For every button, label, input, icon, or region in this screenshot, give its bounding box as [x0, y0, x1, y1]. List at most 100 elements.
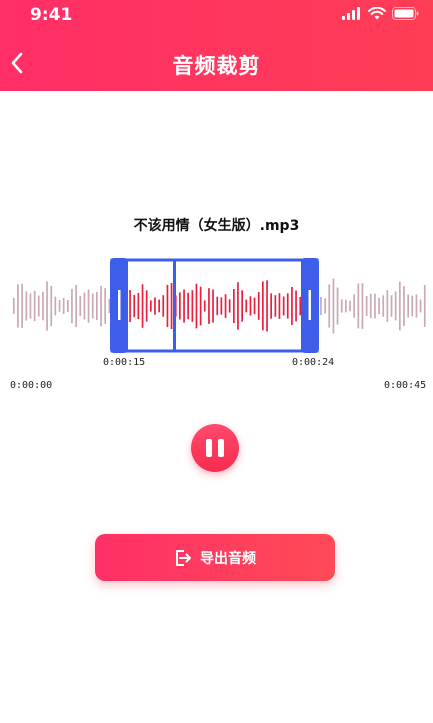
wave-bar: [320, 296, 322, 316]
wave-bar: [17, 284, 19, 328]
wave-bar-selected: [228, 299, 231, 313]
wave-bar: [332, 278, 335, 334]
pause-icon: [206, 439, 212, 457]
wave-bar-selected: [295, 290, 297, 322]
wave-bar: [62, 297, 65, 314]
wave-bar: [29, 293, 32, 319]
wave-bar-selected: [166, 284, 169, 328]
wave-bar-selected: [224, 294, 227, 318]
wave-bar: [369, 293, 372, 319]
track-filename: 不该用情（女生版）.mp3: [133, 218, 300, 234]
pause-button[interactable]: [191, 424, 239, 472]
wave-bar: [403, 286, 405, 326]
selection-bars: [129, 280, 302, 332]
wave-bar-selected: [233, 289, 235, 323]
wave-bar-selected: [179, 292, 181, 320]
wave-bar: [423, 285, 426, 327]
wave-bar: [83, 292, 86, 320]
wave-bar: [46, 281, 48, 331]
wave-bar-selected: [274, 295, 277, 317]
wave-bar: [345, 299, 347, 313]
wave-bar-selected: [286, 293, 289, 319]
wave-bar-selected: [237, 282, 239, 330]
wave-bar-selected: [199, 286, 202, 326]
wave-bar: [349, 300, 351, 312]
wave-bar-selected: [262, 281, 264, 331]
wave-bar: [50, 285, 53, 327]
selection-handle-left-grip: [118, 290, 121, 320]
wave-bar: [378, 297, 380, 315]
wave-bar: [386, 290, 389, 322]
wave-bar-selected: [291, 287, 293, 325]
wave-bar: [91, 293, 94, 319]
wave-bar: [37, 295, 40, 317]
wave-bar-selected: [282, 296, 285, 316]
wave-bar-selected: [253, 297, 256, 315]
wave-bar: [71, 288, 73, 324]
wave-bar-selected: [137, 293, 140, 320]
page-title: 音频裁剪: [172, 54, 261, 78]
battery-icon: [392, 7, 419, 20]
pause-icon-bar: [218, 439, 224, 457]
total-end-time: 0:00:45: [384, 380, 427, 391]
export-icon: [176, 549, 191, 566]
wave-bar: [415, 294, 418, 318]
wave-bar-selected: [208, 288, 210, 324]
wave-bar-selected: [187, 292, 189, 320]
wave-bar: [394, 291, 397, 321]
signal-icon: [342, 7, 360, 20]
wave-bar: [382, 295, 385, 317]
wave-bar-selected: [241, 290, 243, 322]
wave-bar-selected: [150, 300, 152, 312]
wave-bar-selected: [257, 292, 260, 320]
wave-bar-selected: [299, 296, 302, 316]
wave-bar: [79, 295, 82, 317]
wave-bar-selected: [170, 283, 173, 329]
wave-bar: [407, 294, 409, 318]
waveform[interactable]: [0, 252, 433, 362]
wave-bar: [419, 299, 422, 313]
wave-bar: [390, 295, 393, 317]
wave-bar-selected: [191, 290, 194, 322]
wave-bar: [104, 288, 106, 324]
export-label: 导出音频: [200, 550, 256, 567]
header: 9:41 音频裁剪: [0, 0, 433, 91]
wave-bar-selected: [249, 296, 252, 316]
wave-bar: [365, 296, 368, 316]
wave-bar: [361, 283, 364, 329]
wave-bar: [374, 293, 376, 319]
wave-bar: [100, 285, 102, 327]
wave-bar: [67, 299, 69, 313]
status-bar: 9:41: [0, 0, 433, 30]
wave-bar-selected: [278, 293, 281, 319]
wave-bar: [399, 281, 401, 331]
wave-bar-selected: [145, 290, 148, 322]
wave-bar: [54, 296, 57, 316]
wave-bar: [58, 300, 61, 312]
wave-bar: [328, 284, 331, 328]
wave-bar-selected: [203, 300, 206, 312]
waveform-bars: [13, 278, 426, 334]
wave-bar: [75, 285, 77, 327]
selection-start-time: 0:00:15: [103, 357, 146, 368]
selection-end-time: 0:00:24: [292, 357, 335, 368]
wave-bar: [324, 298, 326, 314]
wave-bar: [336, 287, 339, 325]
wave-bar-selected: [212, 289, 214, 323]
status-icons: [342, 7, 419, 20]
wave-bar: [108, 298, 111, 314]
wave-bar-selected: [129, 290, 131, 322]
status-time: 9:41: [30, 5, 73, 25]
wave-bar: [357, 283, 360, 329]
export-button[interactable]: 导出音频: [95, 534, 335, 581]
wave-bar-selected: [162, 295, 165, 317]
wave-bar-selected: [270, 293, 272, 319]
wave-bar: [411, 295, 414, 317]
wave-bar: [21, 283, 23, 328]
playhead[interactable]: [173, 260, 176, 351]
wave-bar: [96, 291, 98, 321]
wave-bar-selected: [154, 297, 156, 315]
wave-bar-selected: [183, 289, 185, 323]
wifi-icon: [368, 7, 386, 20]
wave-bar: [33, 290, 36, 322]
